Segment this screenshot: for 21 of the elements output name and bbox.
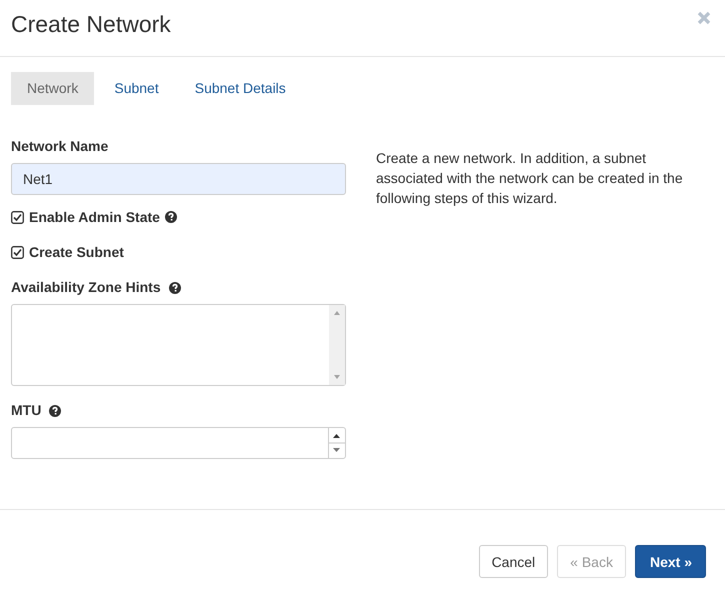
availability-zone-field[interactable] [11,304,346,386]
help-icon[interactable] [168,282,181,294]
checkbox[interactable] [11,246,24,258]
field-label: Network Name [11,138,108,155]
checkbox-label: Enable Admin State [29,209,160,225]
dialog-button[interactable]: Next » [634,545,706,578]
description-text: Create a new network. In addition, a subnet associated with the network can be created in the following steps of this wizard. [376,149,684,208]
help-icon[interactable] [49,404,62,416]
tab[interactable]: Subnet [98,72,175,105]
checkbox-label: Create Subnet [29,244,124,260]
field-label: Availability Zone Hints [11,279,161,296]
dialog-button[interactable]: Cancel [478,545,548,578]
checkbox[interactable] [11,210,24,224]
field-label: MTU [11,402,42,419]
help-icon[interactable] [164,211,177,223]
dialog-title: Create Network [11,10,171,38]
tab[interactable]: Subnet Details [178,72,302,105]
tab[interactable]: Network [11,72,94,105]
network-name-field[interactable]: Net1 [11,163,346,195]
mtu-field[interactable] [11,427,346,459]
spinner-icon[interactable] [328,428,345,458]
